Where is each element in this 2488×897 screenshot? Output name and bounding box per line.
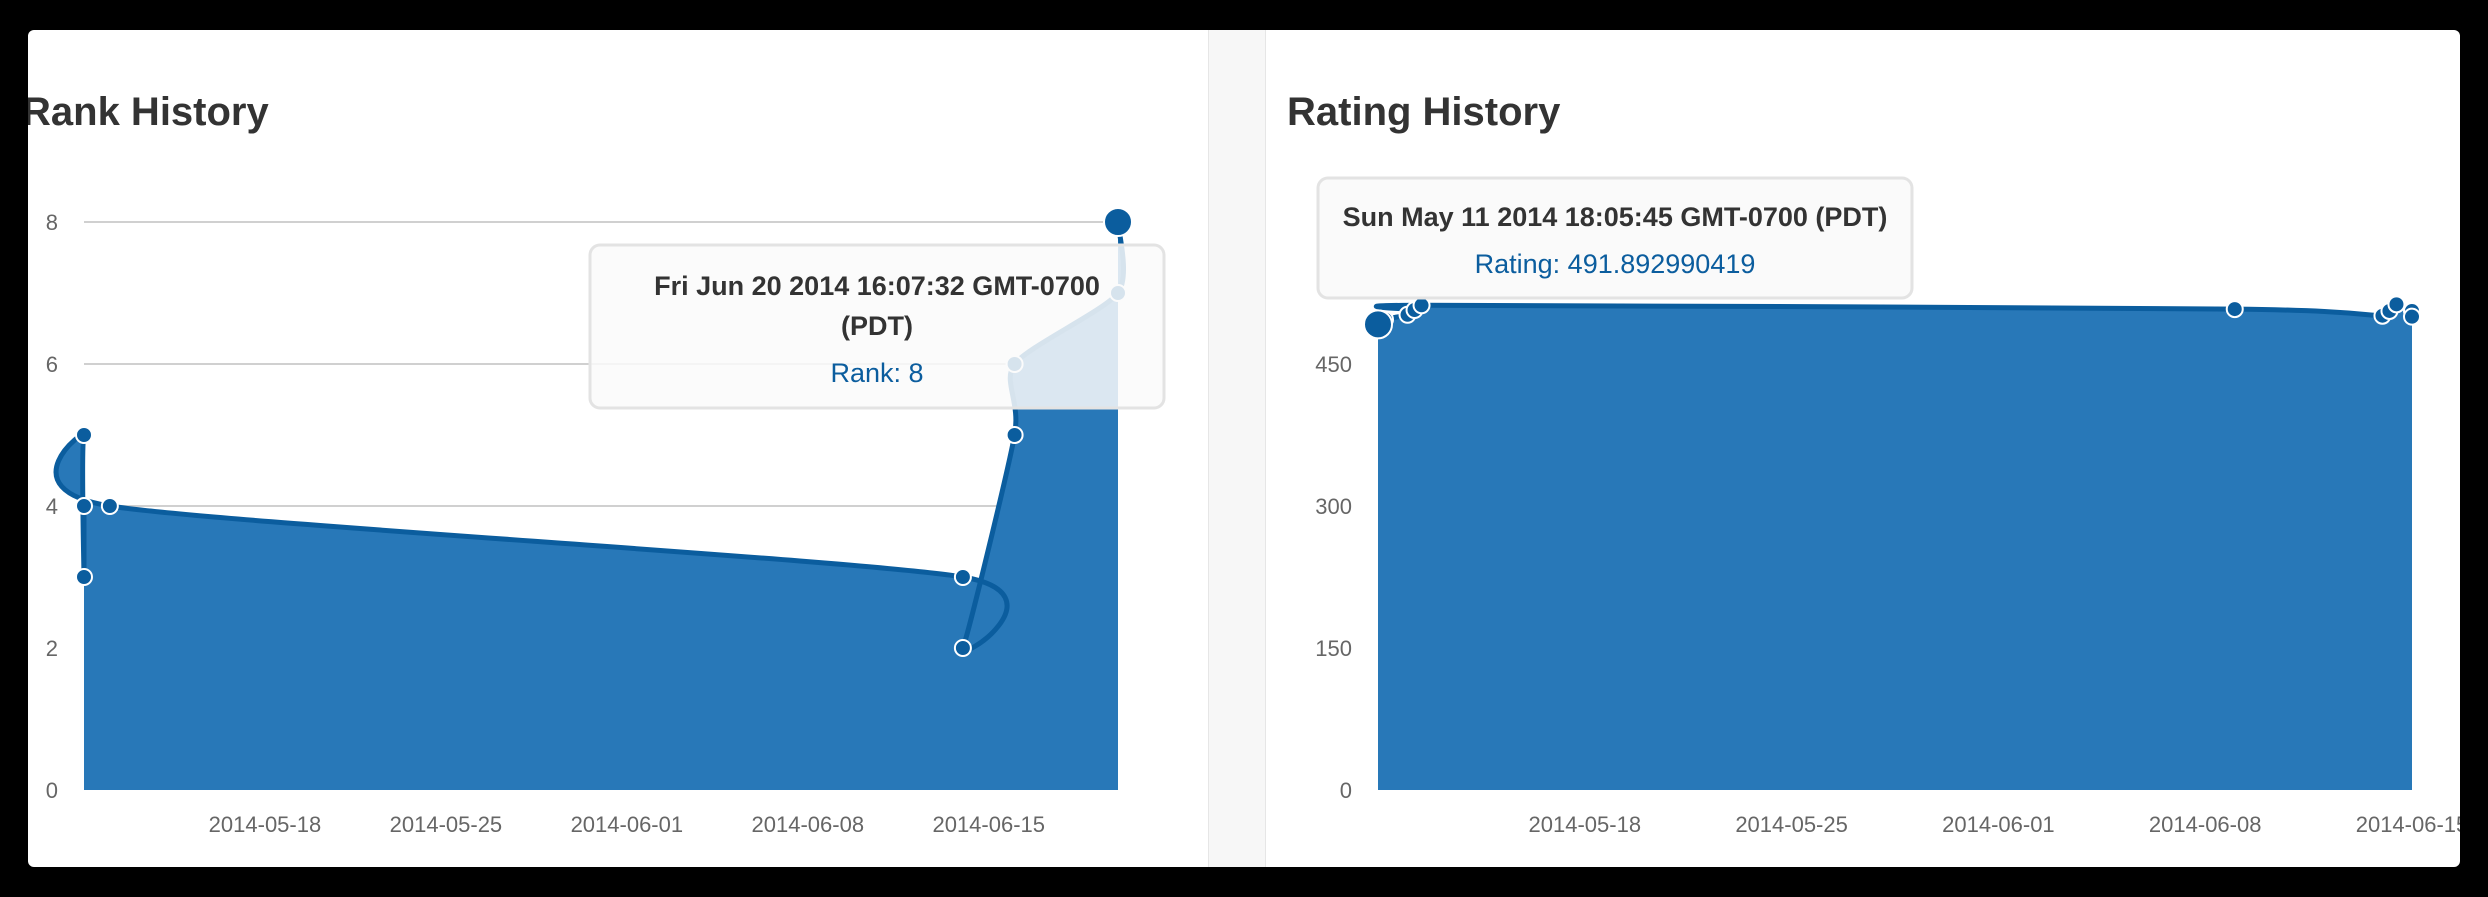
- rating-data-point: [2225, 300, 2244, 319]
- rating-tooltip-value: Rating: 491.892990419: [1475, 249, 1756, 279]
- rank-y-tick-label: 4: [46, 494, 58, 519]
- rank-tooltip-date-tz: (PDT): [841, 311, 913, 341]
- app-window: Rank History Rating History 0 2 4 6 8 2014-05…: [28, 30, 2460, 867]
- rating-area: [1376, 304, 2413, 790]
- rank-y-tick-label: 2: [46, 636, 58, 661]
- rating-tooltip: Sun May 11 2014 18:05:45 GMT-0700 (PDT) R…: [1316, 176, 1914, 300]
- rank-y-tick-label: 0: [46, 778, 58, 803]
- rank-history-chart[interactable]: 0 2 4 6 8 2014-05-18 2014-05-25 2014-06-01 2014-…: [28, 30, 1208, 867]
- rank-data-point: [953, 639, 972, 657]
- rating-data-point: [1412, 296, 1431, 315]
- rating-y-tick-label: 450: [1315, 352, 1352, 377]
- rating-data-point: [2387, 295, 2406, 314]
- rating-y-tick-label: 0: [1340, 778, 1352, 803]
- rating-x-tick-label: 2014-06-08: [2149, 812, 2262, 837]
- panel-divider: [1208, 30, 1266, 867]
- rating-y-tick-label: 300: [1315, 494, 1352, 519]
- rank-tooltip-value: Rank: 8: [830, 358, 923, 388]
- rating-history-chart[interactable]: 0 150 300 450 2014-05-18 2014-05-25 2014-06-01…: [1264, 30, 2460, 867]
- rating-y-tick-label: 150: [1315, 636, 1352, 661]
- rating-data-point: [2403, 307, 2421, 326]
- rank-x-tick-label: 2014-05-18: [209, 812, 322, 837]
- rank-y-tick-label: 6: [46, 352, 58, 377]
- rating-x-tick-label: 2014-05-18: [1529, 812, 1642, 837]
- rank-x-tick-label: 2014-05-25: [390, 812, 503, 837]
- rank-x-tick-label: 2014-06-01: [571, 812, 684, 837]
- rank-data-point: [75, 426, 93, 444]
- rank-highlight-point: [1103, 207, 1133, 237]
- rating-x-tick-label: 2014-06-15: [2356, 812, 2460, 837]
- rank-data-point: [100, 497, 119, 515]
- rank-data-point: [1005, 426, 1024, 444]
- rank-y-tick-label: 8: [46, 210, 58, 235]
- rank-x-tick-label: 2014-06-08: [752, 812, 865, 837]
- rating-x-tick-label: 2014-06-01: [1942, 812, 2055, 837]
- rating-x-tick-label: 2014-05-25: [1735, 812, 1848, 837]
- rating-tooltip-date: Sun May 11 2014 18:05:45 GMT-0700 (PDT): [1343, 202, 1888, 232]
- rating-highlight-point: [1363, 309, 1393, 340]
- rating-tooltip-box: [1316, 176, 1914, 300]
- rank-data-point: [75, 568, 93, 586]
- rank-data-point: [75, 497, 93, 515]
- rank-data-point: [953, 568, 972, 586]
- rank-tooltip-date: Fri Jun 20 2014 16:07:32 GMT-0700: [654, 271, 1100, 301]
- rank-x-tick-label: 2014-06-15: [932, 812, 1045, 837]
- rank-tooltip: Fri Jun 20 2014 16:07:32 GMT-0700 (PDT) Ra…: [588, 243, 1166, 410]
